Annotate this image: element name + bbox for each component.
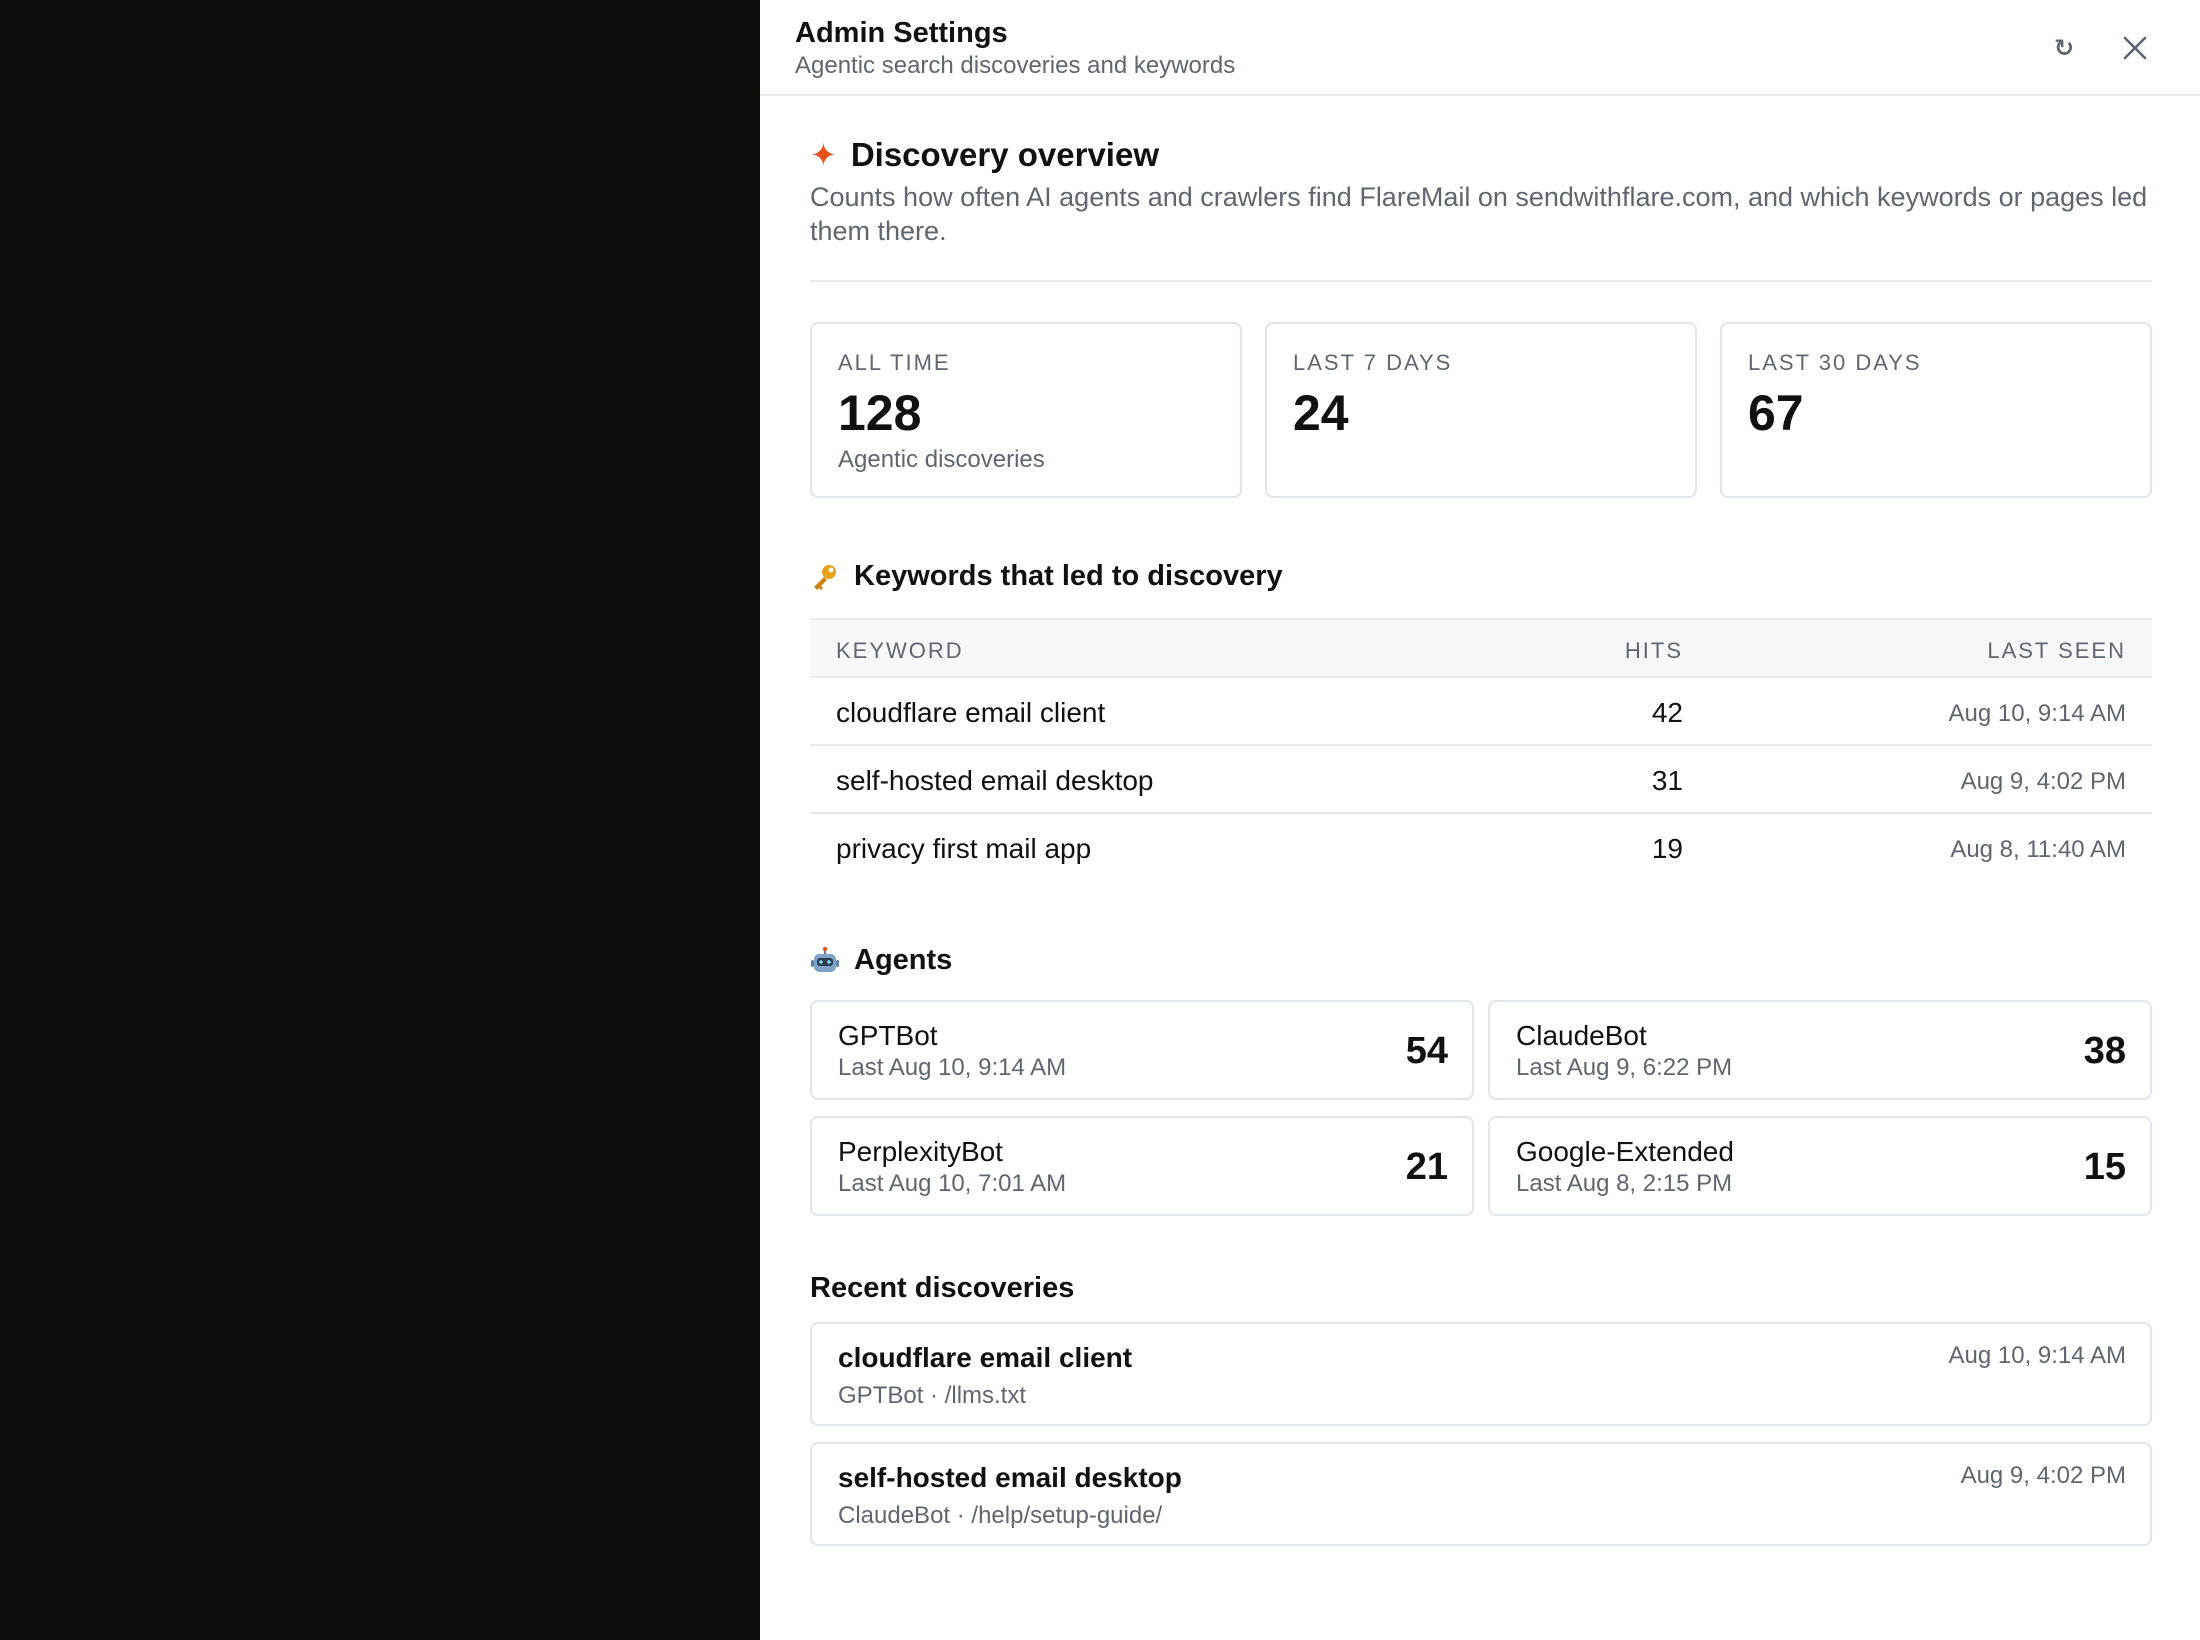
recent-keyword: cloudflare email client [838, 1342, 1133, 1373]
column-header-keyword[interactable]: KEYWORD [836, 638, 964, 664]
recent-keyword: self-hosted email desktop [838, 1462, 1182, 1493]
agent-name: ClaudeBot [1516, 1020, 1647, 1051]
last-seen-cell: Aug 8, 11:40 AM [1950, 836, 2126, 863]
keyword-cell: self-hosted email desktop [836, 765, 1154, 796]
stat-value: 67 [1748, 385, 1804, 441]
sparkle-icon: ✦ [810, 137, 837, 173]
stat-label: ALL TIME [838, 350, 951, 375]
agent-count: 21 [1405, 1146, 1448, 1188]
agent-last-seen: Last Aug 9, 6:22 PM [1516, 1054, 1733, 1081]
stat-value: 24 [1293, 385, 1349, 441]
agent-card-gptbot[interactable]: GPTBot Last Aug 10, 9:14 AM 54 [810, 1000, 1474, 1100]
keyword-cell: privacy first mail app [836, 833, 1092, 864]
agent-count: 15 [2083, 1146, 2126, 1188]
stat-card-last-30-days: LAST 30 DAYS 67 [1720, 322, 2152, 498]
recent-title: Recent discoveries [810, 1272, 1075, 1304]
agent-count: 38 [2083, 1030, 2126, 1072]
table-row[interactable]: privacy first mail app 19 Aug 8, 11:40 A… [810, 814, 2152, 882]
agent-last-seen: Last Aug 10, 9:14 AM [838, 1054, 1067, 1081]
last-seen-cell: Aug 9, 4:02 PM [1960, 768, 2126, 795]
divider [810, 280, 2152, 282]
agent-last-seen: Last Aug 10, 7:01 AM [838, 1170, 1067, 1197]
recent-heading: Recent discoveries [810, 1272, 1074, 1305]
refresh-icon[interactable]: ↻ [2044, 28, 2084, 68]
panel-header: Admin Settings Agentic search discoverie… [760, 0, 2200, 96]
agent-card-perplexitybot[interactable]: PerplexityBot Last Aug 10, 7:01 AM 21 [810, 1116, 1474, 1216]
agent-name: PerplexityBot [838, 1136, 1003, 1167]
table-header: KEYWORD HITS LAST SEEN [810, 620, 2152, 678]
agent-card-claudebot[interactable]: ClaudeBot Last Aug 9, 6:22 PM 38 [1488, 1000, 2152, 1100]
agents-title: Agents [854, 944, 953, 976]
stat-label: LAST 30 DAYS [1748, 350, 1922, 375]
modal-backdrop[interactable] [0, 0, 760, 1640]
stat-value: 128 [838, 385, 922, 441]
keywords-heading: Keywords that led to discovery [810, 560, 1283, 593]
panel-title: Admin Settings [795, 17, 1008, 49]
keywords-title: Keywords that led to discovery [854, 560, 1283, 592]
overview-heading: ✦ Discovery overview [810, 136, 1159, 174]
hits-cell: 19 [1651, 833, 1683, 864]
agent-last-seen: Last Aug 8, 2:15 PM [1516, 1170, 1733, 1197]
stat-card-all-time: ALL TIME 128 Agentic discoveries [810, 322, 1242, 498]
overview-description: Counts how often AI agents and crawlers … [810, 182, 2148, 246]
agent-card-google-extended[interactable]: Google-Extended Last Aug 8, 2:15 PM 15 [1488, 1116, 2152, 1216]
table-row[interactable]: self-hosted email desktop 31 Aug 9, 4:02… [810, 746, 2152, 814]
agent-name: Google-Extended [1516, 1136, 1734, 1167]
agents-heading: Agents [810, 944, 952, 977]
stat-label: LAST 7 DAYS [1293, 350, 1453, 375]
last-seen-cell: Aug 10, 9:14 AM [1948, 700, 2126, 727]
close-icon[interactable] [2115, 28, 2155, 68]
admin-settings-panel: Admin Settings Agentic search discoverie… [760, 0, 2200, 1640]
agent-count: 54 [1405, 1030, 1448, 1072]
column-header-last-seen[interactable]: LAST SEEN [1987, 638, 2126, 664]
panel-subtitle: Agentic search discoveries and keywords [795, 52, 1236, 79]
keyword-cell: cloudflare email client [836, 697, 1106, 728]
recent-timestamp: Aug 10, 9:14 AM [1948, 1342, 2126, 1369]
column-header-hits[interactable]: HITS [1625, 638, 1683, 664]
hits-cell: 31 [1651, 765, 1683, 796]
overview-title: Discovery overview [850, 136, 1159, 173]
stat-caption: Agentic discoveries [838, 446, 1045, 473]
key-icon [810, 562, 840, 592]
table-row[interactable]: cloudflare email client 42 Aug 10, 9:14 … [810, 678, 2152, 746]
recent-source: ClaudeBot · /help/setup-guide/ [838, 1502, 1163, 1529]
agent-name: GPTBot [838, 1020, 938, 1051]
recent-discovery-item[interactable]: cloudflare email client GPTBot · /llms.t… [810, 1322, 2152, 1426]
recent-timestamp: Aug 9, 4:02 PM [1960, 1462, 2126, 1489]
stat-card-last-7-days: LAST 7 DAYS 24 [1265, 322, 1697, 498]
recent-source: GPTBot · /llms.txt [838, 1382, 1027, 1409]
keywords-table: KEYWORD HITS LAST SEEN cloudflare email … [810, 618, 2152, 882]
hits-cell: 42 [1651, 697, 1683, 728]
recent-discovery-item[interactable]: self-hosted email desktop ClaudeBot · /h… [810, 1442, 2152, 1546]
robot-icon [810, 946, 840, 976]
